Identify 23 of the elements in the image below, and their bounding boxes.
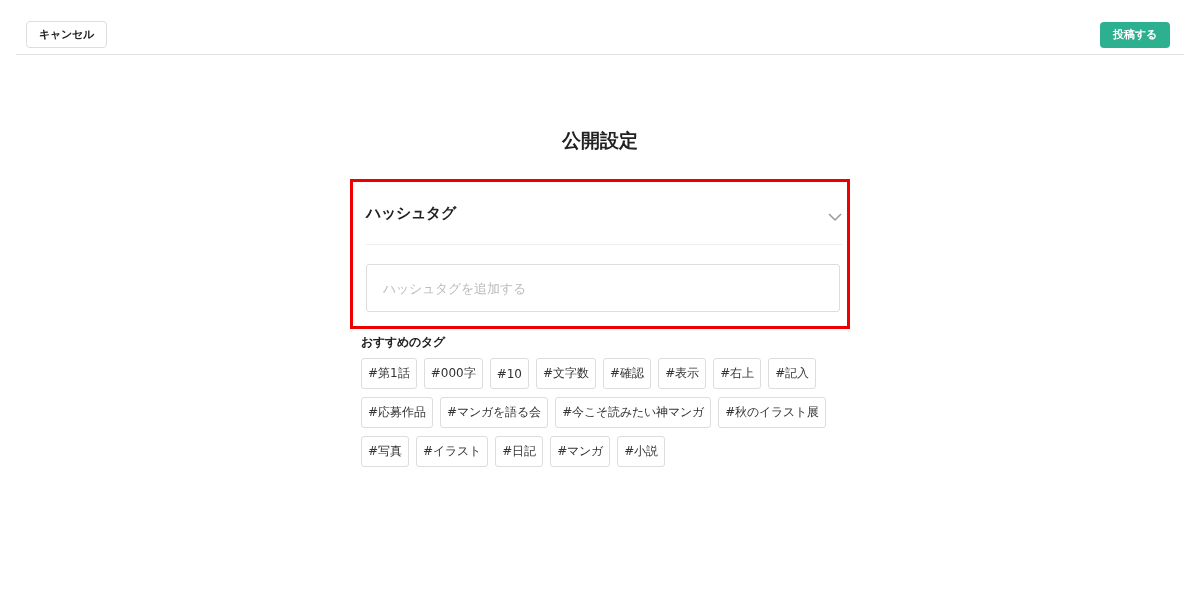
- tag-chip[interactable]: #右上: [713, 358, 762, 389]
- tag-chip[interactable]: #マンガを語る会: [440, 397, 549, 428]
- tag-chip[interactable]: #小説: [617, 436, 666, 467]
- tag-chip[interactable]: #秋のイラスト展: [718, 397, 827, 428]
- tag-chip[interactable]: #イラスト: [416, 436, 489, 467]
- tag-chip[interactable]: #文字数: [536, 358, 597, 389]
- tag-chip[interactable]: #写真: [361, 436, 410, 467]
- recommended-tags-heading: おすすめのタグ: [361, 334, 445, 351]
- page-title: 公開設定: [562, 128, 638, 153]
- tag-chip[interactable]: #表示: [658, 358, 707, 389]
- cancel-button[interactable]: キャンセル: [26, 21, 107, 48]
- tag-chip[interactable]: #第1話: [361, 358, 417, 389]
- tag-chip[interactable]: #今こそ読みたい神マンガ: [555, 397, 712, 428]
- chevron-down-icon[interactable]: [828, 212, 842, 222]
- tag-chip[interactable]: #日記: [495, 436, 544, 467]
- tag-chip[interactable]: #000字: [423, 358, 483, 389]
- hashtag-input-field[interactable]: ハッシュタグを追加する: [366, 264, 840, 312]
- tag-chip[interactable]: #記入: [768, 358, 817, 389]
- section-heading: ハッシュタグ: [366, 203, 456, 223]
- tag-chip[interactable]: #確認: [603, 358, 652, 389]
- tag-chip[interactable]: #応募作品: [361, 397, 434, 428]
- tag-chip[interactable]: #10: [489, 358, 529, 389]
- tag-chip[interactable]: #マンガ: [550, 436, 611, 467]
